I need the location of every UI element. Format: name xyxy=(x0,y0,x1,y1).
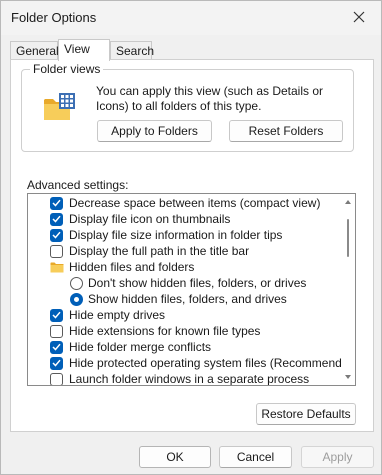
list-item[interactable]: Hide extensions for known file types xyxy=(50,323,355,339)
advanced-settings-label: Advanced settings: xyxy=(27,178,129,192)
tab-search[interactable]: Search xyxy=(110,41,154,60)
ok-button[interactable]: OK xyxy=(139,446,211,468)
list-item[interactable]: Display file icon on thumbnails xyxy=(50,211,355,227)
checkmark-icon xyxy=(52,231,61,239)
checkbox-checked[interactable] xyxy=(50,308,63,322)
scroll-up-arrow-icon[interactable] xyxy=(344,198,352,206)
checkmark-icon xyxy=(52,359,61,367)
list-item[interactable]: Don't show hidden files, folders, or dri… xyxy=(70,275,355,291)
list-item[interactable]: Decrease space between items (compact vi… xyxy=(50,195,355,211)
list-item-label: Hidden files and folders xyxy=(69,260,195,274)
list-item-label: Hide protected operating system files (R… xyxy=(69,356,356,370)
tab-general[interactable]: General xyxy=(10,41,59,60)
list-item-group: Hidden files and folders xyxy=(50,259,355,275)
checkbox-unchecked[interactable] xyxy=(50,372,63,385)
vertical-scrollbar[interactable] xyxy=(341,194,355,385)
list-item[interactable]: Launch folder windows in a separate proc… xyxy=(50,371,355,386)
restore-defaults-button[interactable]: Restore Defaults xyxy=(256,403,356,425)
cancel-button[interactable]: Cancel xyxy=(219,446,292,468)
list-item-label: Launch folder windows in a separate proc… xyxy=(69,372,310,386)
radio-selected[interactable] xyxy=(70,292,83,306)
apply-to-folders-button[interactable]: Apply to Folders xyxy=(97,120,212,142)
folder-views-description: You can apply this view (such as Details… xyxy=(96,84,324,113)
list-item-label: Hide empty drives xyxy=(69,308,166,322)
list-item-label: Hide folder merge conflicts xyxy=(69,340,212,354)
list-item[interactable]: Show hidden files, folders, and drives xyxy=(70,291,355,307)
folder-icon xyxy=(50,262,64,273)
apply-button[interactable]: Apply xyxy=(301,446,374,468)
list-item-label: Display file icon on thumbnails xyxy=(69,212,231,226)
list-item[interactable]: Hide protected operating system files (R… xyxy=(50,355,356,371)
list-item[interactable]: Display the full path in the title bar xyxy=(50,243,355,259)
checkbox-checked[interactable] xyxy=(50,212,63,226)
reset-folders-button[interactable]: Reset Folders xyxy=(229,120,343,142)
close-icon xyxy=(353,11,365,23)
list-item-label: Decrease space between items (compact vi… xyxy=(69,196,321,210)
checkbox-unchecked[interactable] xyxy=(50,244,63,258)
scroll-down-arrow-icon[interactable] xyxy=(344,373,352,381)
radio-unselected[interactable] xyxy=(70,276,83,290)
checkbox-checked[interactable] xyxy=(50,196,63,210)
list-item-label: Display file size information in folder … xyxy=(69,228,283,242)
folder-options-dialog: Folder Options General View Search Folde… xyxy=(0,0,382,475)
close-button[interactable] xyxy=(337,1,381,33)
list-item-label: Show hidden files, folders, and drives xyxy=(88,292,287,306)
checkmark-icon xyxy=(52,311,61,319)
checkmark-icon xyxy=(52,199,61,207)
title-bar: Folder Options xyxy=(1,1,381,35)
scrollbar-thumb[interactable] xyxy=(347,219,349,257)
list-item[interactable]: Hide empty drives xyxy=(50,307,355,323)
checkbox-checked[interactable] xyxy=(50,356,63,370)
list-item-label: Hide extensions for known file types xyxy=(69,324,261,338)
folder-views-group: Folder views You can apply this view (su… xyxy=(21,62,354,152)
folder-views-icon xyxy=(44,93,75,120)
tab-view[interactable]: View xyxy=(58,39,110,61)
advanced-settings-list[interactable]: Decrease space between items (compact vi… xyxy=(27,193,356,386)
checkbox-unchecked[interactable] xyxy=(50,324,63,338)
checkbox-checked[interactable] xyxy=(50,228,63,242)
list-item-label: Display the full path in the title bar xyxy=(69,244,250,258)
checkmark-icon xyxy=(52,343,61,351)
window-title: Folder Options xyxy=(11,10,97,25)
list-item[interactable]: Display file size information in folder … xyxy=(50,227,355,243)
checkbox-checked[interactable] xyxy=(50,340,63,354)
list-item-label: Don't show hidden files, folders, or dri… xyxy=(88,276,307,290)
list-item[interactable]: Hide folder merge conflicts xyxy=(50,339,355,355)
tab-strip: General View Search xyxy=(10,39,374,61)
checkmark-icon xyxy=(52,215,61,223)
folder-views-legend: Folder views xyxy=(30,62,104,76)
